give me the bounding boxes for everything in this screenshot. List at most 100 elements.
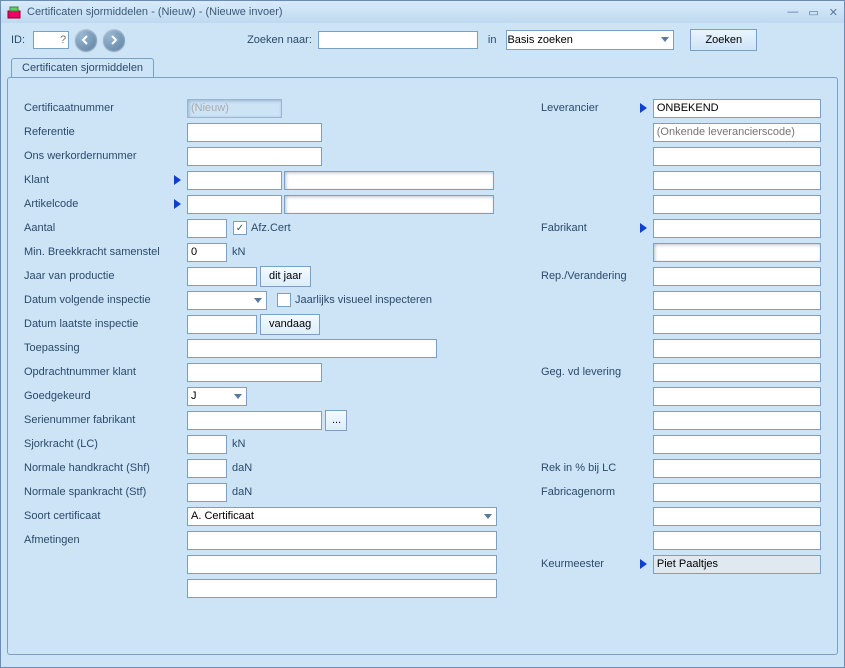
referentie-input[interactable] xyxy=(187,123,322,142)
klant-name-display xyxy=(284,171,494,190)
ditjaar-button[interactable]: dit jaar xyxy=(260,266,311,287)
fabricagenorm-input[interactable] xyxy=(653,483,821,502)
search-label: Zoeken naar: xyxy=(247,34,312,46)
leverancier-label: Leverancier xyxy=(541,102,640,114)
jaarproductie-input[interactable] xyxy=(187,267,257,286)
datumlaatste-input[interactable] xyxy=(187,315,257,334)
search-button[interactable]: Zoeken xyxy=(690,29,757,51)
afmetingen-input-3[interactable] xyxy=(187,579,497,598)
artikel-name-display xyxy=(284,195,494,214)
vandaag-button[interactable]: vandaag xyxy=(260,314,320,335)
minbreekkracht-input[interactable] xyxy=(187,243,227,262)
werkorder-input[interactable] xyxy=(187,147,322,166)
toolbar: ID: Zoeken naar: in Basis zoeken Zoeken xyxy=(1,23,844,57)
search-input[interactable] xyxy=(318,31,478,49)
jaarlijks-label: Jaarlijks visueel inspecteren xyxy=(295,294,432,306)
app-window: Certificaten sjormiddelen - (Nieuw) - (N… xyxy=(0,0,845,668)
keurmeester-input[interactable] xyxy=(653,555,821,574)
repverandering-label: Rep./Verandering xyxy=(541,270,640,282)
afmetingen-input-2[interactable] xyxy=(187,555,497,574)
serienr-more-button[interactable]: ... xyxy=(325,410,347,431)
app-icon xyxy=(7,5,21,19)
normhand-label: Normale handkracht (Shf) xyxy=(24,462,174,474)
leverancier-lookup-icon[interactable] xyxy=(640,103,647,113)
normhand-input[interactable] xyxy=(187,459,227,478)
afzcert-checkbox[interactable]: ✓ xyxy=(233,221,247,235)
sjorkracht-unit: kN xyxy=(232,438,245,450)
in-label: in xyxy=(488,34,497,46)
geglevering-input-1[interactable] xyxy=(653,363,821,382)
jaarlijks-checkbox[interactable] xyxy=(277,293,291,307)
jaarproductie-label: Jaar van productie xyxy=(24,270,174,282)
klant-lookup-icon[interactable] xyxy=(174,175,181,185)
left-column: Certificaatnummer Referentie Ons werkord… xyxy=(24,96,511,600)
repverandering-input-2[interactable] xyxy=(653,291,821,310)
certificaatnummer-label: Certificaatnummer xyxy=(24,102,174,114)
tab-certificaten[interactable]: Certificaten sjormiddelen xyxy=(11,58,154,77)
geglevering-input-2[interactable] xyxy=(653,387,821,406)
soortcert-label: Soort certificaat xyxy=(24,510,174,522)
leverancier-extra-2[interactable] xyxy=(653,171,821,190)
leverancier-extra-3[interactable] xyxy=(653,195,821,214)
form-frame: Certificaatnummer Referentie Ons werkord… xyxy=(7,77,838,655)
nav-next-button[interactable] xyxy=(103,29,125,51)
leverancier-extra-1[interactable] xyxy=(653,147,821,166)
reklc-label: Rek in % bij LC xyxy=(541,462,640,474)
goedgekeurd-label: Goedgekeurd xyxy=(24,390,174,402)
repverandering-input-1[interactable] xyxy=(653,267,821,286)
sjorkracht-input[interactable] xyxy=(187,435,227,454)
search-scope-select[interactable]: Basis zoeken xyxy=(506,30,674,50)
titlebar: Certificaten sjormiddelen - (Nieuw) - (N… xyxy=(1,1,844,23)
datumvolgende-label: Datum volgende inspectie xyxy=(24,294,174,306)
minbreekkracht-label: Min. Breekkracht samenstel xyxy=(24,246,174,258)
fabricagenorm-input-3[interactable] xyxy=(653,531,821,550)
afmetingen-input-1[interactable] xyxy=(187,531,497,550)
afmetingen-label: Afmetingen xyxy=(24,534,174,546)
repverandering-input-3[interactable] xyxy=(653,315,821,334)
fabrikant-label: Fabrikant xyxy=(541,222,640,234)
datumvolgende-input[interactable] xyxy=(187,291,267,310)
serienrfabr-input[interactable] xyxy=(187,411,322,430)
normspan-unit: daN xyxy=(232,486,252,498)
leverancierscode-input[interactable] xyxy=(653,123,821,142)
normspan-input[interactable] xyxy=(187,483,227,502)
normhand-unit: daN xyxy=(232,462,252,474)
geglevering-input-3[interactable] xyxy=(653,411,821,430)
fabrikant-input[interactable] xyxy=(653,219,821,238)
minbreekkracht-unit: kN xyxy=(232,246,245,258)
artikelcode-input[interactable] xyxy=(187,195,282,214)
serienrfabr-label: Serienummer fabrikant xyxy=(24,414,174,426)
geglevering-input-4[interactable] xyxy=(653,435,821,454)
window-title: Certificaten sjormiddelen - (Nieuw) - (N… xyxy=(27,6,787,18)
toepassing-input[interactable] xyxy=(187,339,437,358)
aantal-label: Aantal xyxy=(24,222,174,234)
opdrachtnrklant-input[interactable] xyxy=(187,363,322,382)
fabrikant-display xyxy=(653,243,821,262)
nav-prev-button[interactable] xyxy=(75,29,97,51)
reklc-input[interactable] xyxy=(653,459,821,478)
opdrachtnrklant-label: Opdrachtnummer klant xyxy=(24,366,174,378)
artikelcode-lookup-icon[interactable] xyxy=(174,199,181,209)
fabricagenorm-input-2[interactable] xyxy=(653,507,821,526)
afzcert-label: Afz.Cert xyxy=(251,222,291,234)
repverandering-input-4[interactable] xyxy=(653,339,821,358)
maximize-button[interactable]: ▭ xyxy=(808,6,818,19)
datumlaatste-label: Datum laatste inspectie xyxy=(24,318,174,330)
fabrikant-lookup-icon[interactable] xyxy=(640,223,647,233)
certificaatnummer-field xyxy=(187,99,282,118)
referentie-label: Referentie xyxy=(24,126,174,138)
minimize-button[interactable]: — xyxy=(787,6,798,19)
klant-code-input[interactable] xyxy=(187,171,282,190)
artikelcode-label: Artikelcode xyxy=(24,198,174,210)
goedgekeurd-select[interactable]: J xyxy=(187,387,247,406)
close-button[interactable]: ✕ xyxy=(829,6,838,19)
id-input[interactable] xyxy=(33,31,69,49)
leverancier-input[interactable] xyxy=(653,99,821,118)
toepassing-label: Toepassing xyxy=(24,342,174,354)
soortcert-select[interactable]: A. Certificaat xyxy=(187,507,497,526)
geglevering-label: Geg. vd levering xyxy=(541,366,640,378)
aantal-input[interactable] xyxy=(187,219,227,238)
sjorkracht-label: Sjorkracht (LC) xyxy=(24,438,174,450)
keurmeester-lookup-icon[interactable] xyxy=(640,559,647,569)
werkorder-label: Ons werkordernummer xyxy=(24,150,174,162)
